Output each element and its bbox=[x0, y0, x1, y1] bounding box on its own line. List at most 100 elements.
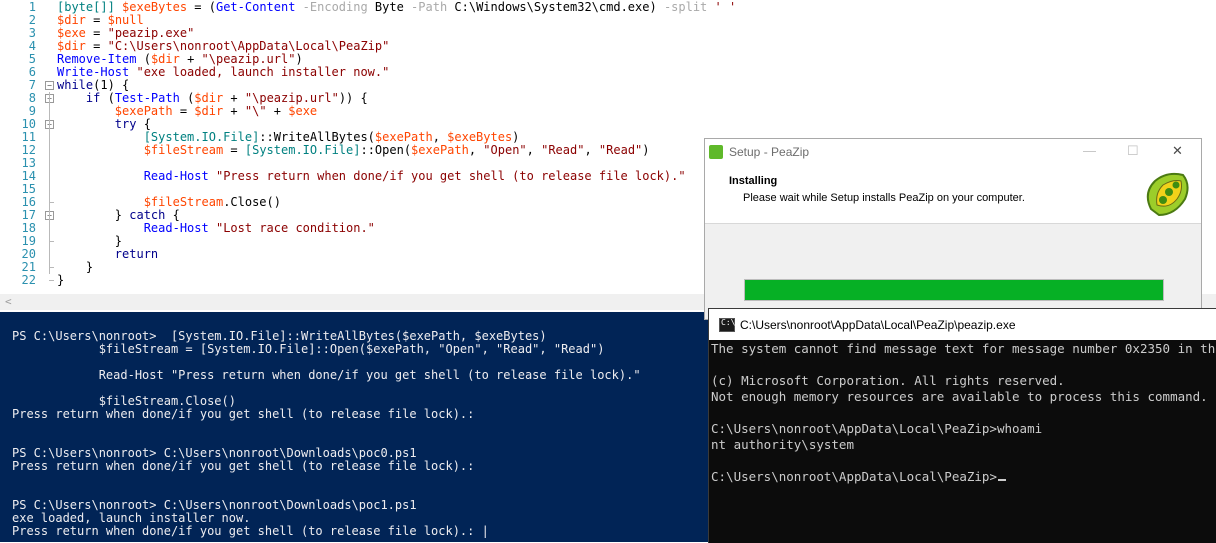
peazip-app-icon bbox=[709, 145, 723, 159]
cmd-title-bar[interactable]: C:\ C:\Users\nonroot\AppData\Local\PeaZi… bbox=[709, 309, 1216, 340]
code-token: = bbox=[85, 26, 108, 40]
powershell-console-pane[interactable]: PS C:\Users\nonroot> [System.IO.File]::W… bbox=[0, 312, 712, 542]
code-token: $exeBytes bbox=[447, 130, 513, 144]
code-token: $dir bbox=[194, 104, 224, 118]
code-token: Byte bbox=[367, 0, 404, 14]
close-button[interactable]: ✕ bbox=[1172, 143, 1183, 159]
cmd-output-line: C:\Users\nonroot\AppData\Local\PeaZip> bbox=[711, 470, 1006, 484]
text-cursor bbox=[997, 479, 1006, 481]
cmd-output-line: nt authority\system bbox=[711, 437, 854, 452]
code-token: -Path bbox=[403, 0, 448, 14]
code-token: Get-Content bbox=[215, 0, 296, 14]
code-line[interactable]: [byte[]] $exeBytes = (Get-Content -Encod… bbox=[57, 1, 736, 14]
progress-fill bbox=[745, 280, 1163, 300]
fold-guide-line bbox=[49, 92, 50, 274]
cmd-prompt-icon: C:\ bbox=[719, 318, 735, 332]
code-token: } bbox=[57, 260, 94, 274]
cmd-output-line: C:\Users\nonroot\AppData\Local\PeaZip>wh… bbox=[711, 421, 1043, 436]
code-token: try bbox=[114, 117, 137, 131]
console-line: Press return when done/if you get shell … bbox=[12, 407, 475, 421]
code-token: (1) { bbox=[93, 78, 130, 92]
code-token: "Read" bbox=[598, 143, 643, 157]
line-number-gutter: 12345678910111213141516171819202122−−−− bbox=[0, 0, 56, 294]
code-token: .Close() bbox=[223, 195, 281, 209]
code-line[interactable]: Read-Host "Press return when done/if you… bbox=[57, 170, 686, 183]
code-token: if bbox=[85, 91, 101, 105]
code-token: = bbox=[85, 13, 108, 27]
code-token: [System.IO.File] bbox=[244, 143, 361, 157]
code-line[interactable]: } bbox=[57, 274, 64, 287]
console-line: $fileStream = [System.IO.File]::Open($ex… bbox=[12, 342, 605, 356]
code-token: C:\Windows\System32\cmd.exe bbox=[447, 0, 650, 14]
code-token: , bbox=[468, 143, 484, 157]
fold-end-marker bbox=[49, 241, 54, 242]
code-token: { bbox=[165, 208, 180, 222]
code-token: , bbox=[432, 130, 448, 144]
setup-title-bar[interactable]: Setup - PeaZip — ☐ ✕ bbox=[705, 139, 1201, 165]
code-token: , bbox=[526, 143, 542, 157]
code-token: + bbox=[266, 104, 289, 118]
code-token: , bbox=[584, 143, 599, 157]
code-token: ::Open( bbox=[360, 143, 412, 157]
code-token: ' ' bbox=[707, 0, 737, 14]
code-token: [byte[]] bbox=[57, 0, 123, 14]
console-line: Press return when done/if you get shell … bbox=[12, 524, 489, 538]
code-token: $exeBytes bbox=[122, 0, 188, 14]
code-token: "\peazip.url" bbox=[244, 91, 339, 105]
code-token: Write-Host bbox=[57, 65, 130, 79]
code-token: ( bbox=[136, 52, 151, 66]
fold-toggle-icon[interactable]: − bbox=[45, 81, 54, 90]
code-token: ::WriteAllBytes( bbox=[259, 130, 375, 144]
code-token: "Lost race condition." bbox=[215, 221, 375, 235]
code-token: "C:\Users\nonroot\AppData\Local\PeaZip" bbox=[107, 39, 390, 53]
code-line[interactable]: $fileStream = [System.IO.File]::Open($ex… bbox=[57, 144, 650, 157]
code-token: } bbox=[57, 234, 123, 248]
code-token: $fileStream bbox=[143, 143, 224, 157]
code-token: "\peazip.url" bbox=[201, 52, 296, 66]
maximize-button[interactable]: ☐ bbox=[1127, 143, 1139, 159]
setup-window: Setup - PeaZip — ☐ ✕ Installing Please w… bbox=[704, 138, 1202, 320]
cmd-output-line: The system cannot find message text for … bbox=[711, 341, 1216, 356]
code-token: [System.IO.File] bbox=[143, 130, 260, 144]
code-token: "peazip.exe" bbox=[107, 26, 195, 40]
cmd-output-line: (c) Microsoft Corporation. All rights re… bbox=[711, 373, 1065, 388]
setup-subtext: Please wait while Setup installs PeaZip … bbox=[743, 192, 1025, 204]
code-token: } bbox=[57, 273, 65, 287]
code-token: $exe bbox=[288, 104, 318, 118]
cmd-window[interactable]: C:\ C:\Users\nonroot\AppData\Local\PeaZi… bbox=[708, 308, 1216, 543]
code-token: ) bbox=[649, 0, 664, 14]
code-token: ) bbox=[512, 130, 520, 144]
cmd-window-title: C:\Users\nonroot\AppData\Local\PeaZip\pe… bbox=[740, 318, 1016, 332]
code-token: while bbox=[57, 78, 94, 92]
code-token: -split bbox=[663, 0, 708, 14]
code-token: return bbox=[114, 247, 159, 261]
code-token: ) bbox=[295, 52, 303, 66]
code-token: "Open" bbox=[483, 143, 527, 157]
code-token: "\" bbox=[244, 104, 267, 118]
code-token: $dir bbox=[57, 13, 86, 27]
minimize-button[interactable]: — bbox=[1083, 143, 1096, 158]
fold-end-marker bbox=[49, 267, 54, 268]
code-token: $fileStream bbox=[143, 195, 224, 209]
code-token: $null bbox=[107, 13, 144, 27]
code-token: + bbox=[179, 52, 202, 66]
setup-heading: Installing bbox=[729, 175, 778, 187]
peazip-logo-icon bbox=[1146, 172, 1189, 217]
scroll-left-arrow-icon[interactable]: < bbox=[5, 294, 12, 310]
code-token: $exe bbox=[57, 26, 86, 40]
code-token: $exePath bbox=[411, 143, 469, 157]
code-token: $dir bbox=[57, 39, 86, 53]
code-token: $dir bbox=[150, 52, 180, 66]
code-token: $exePath bbox=[114, 104, 173, 118]
line-number: 22 bbox=[21, 273, 36, 287]
code-token: $exePath bbox=[374, 130, 433, 144]
code-token: Read-Host bbox=[143, 169, 209, 183]
